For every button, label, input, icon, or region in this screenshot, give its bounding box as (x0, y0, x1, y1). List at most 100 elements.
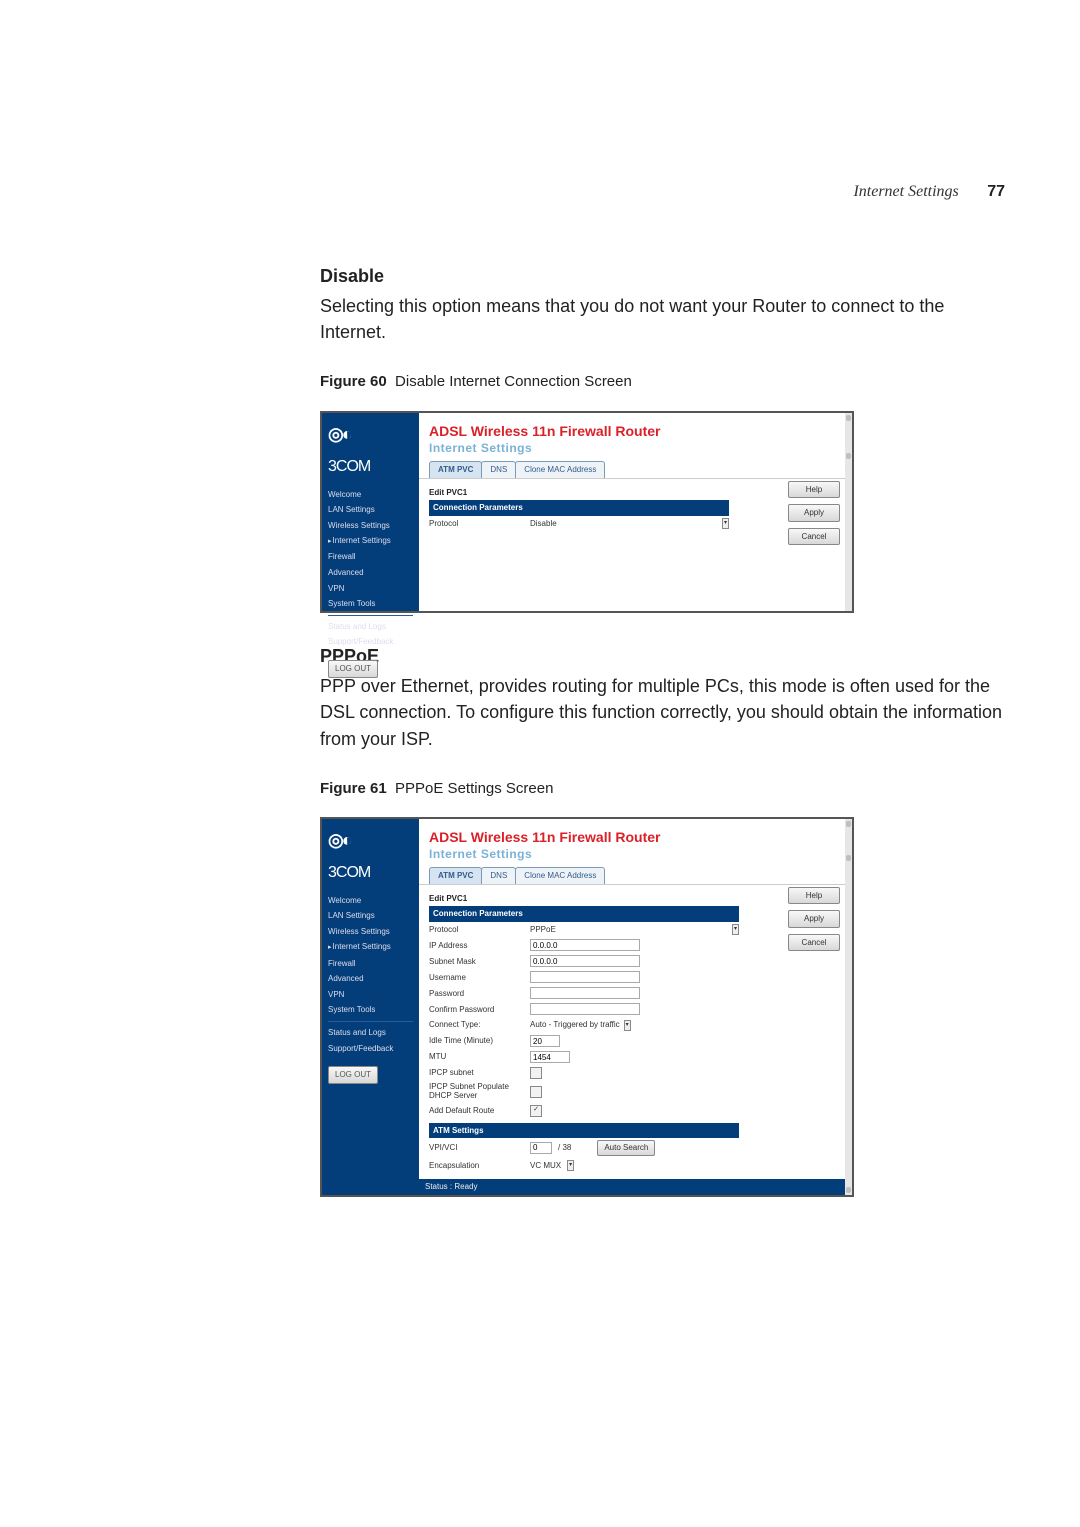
row-idle: Idle Time (Minute) (429, 1033, 739, 1049)
label-connect-type: Connect Type: (429, 1019, 524, 1031)
page-header: Internet Settings 77 (320, 180, 1005, 203)
nav-advanced[interactable]: Advanced (322, 565, 419, 581)
figure60-screenshot: ◎◐ 3COM Welcome LAN Settings Wireless Se… (320, 411, 854, 613)
row-protocol: Protocol Disable ▾ (429, 516, 729, 532)
logo-icon: ◎◐ (328, 421, 351, 447)
vpi-input[interactable] (530, 1142, 552, 1154)
apply-button[interactable]: Apply (788, 910, 840, 928)
label-ip: IP Address (429, 940, 524, 952)
nav-system[interactable]: System Tools (322, 596, 419, 612)
section-subtitle: Internet Settings (429, 846, 842, 863)
atm-settings-header: ATM Settings (429, 1123, 739, 1139)
section-subtitle: Internet Settings (429, 440, 842, 457)
encapsulation-value: VC MUX (530, 1160, 561, 1172)
figure61-caption: Figure 61 PPPoE Settings Screen (320, 778, 1005, 800)
logout-button[interactable]: LOG OUT (328, 660, 378, 678)
default-route-checkbox[interactable]: ✓ (530, 1105, 542, 1117)
nav-status[interactable]: Status and Logs (322, 1025, 419, 1041)
nav-lan[interactable]: LAN Settings (322, 908, 419, 924)
figure60-caption: Figure 60 Disable Internet Connection Sc… (320, 371, 1005, 393)
nav-internet[interactable]: Internet Settings (322, 533, 419, 549)
main-panel: ADSL Wireless 11n Firewall Router Intern… (419, 413, 852, 611)
apply-button[interactable]: Apply (788, 504, 840, 522)
edit-pvc-title: Edit PVC1 (429, 891, 739, 907)
row-vpi-vci: VPI/VCI / 38 Auto Search (429, 1138, 739, 1158)
nav-firewall[interactable]: Firewall (322, 956, 419, 972)
nav-status[interactable]: Status and Logs (322, 619, 419, 635)
connect-type-dropdown[interactable]: ▾ (624, 1020, 631, 1031)
nav-lan[interactable]: LAN Settings (322, 502, 419, 518)
label-protocol: Protocol (429, 924, 524, 936)
ipcp-checkbox[interactable] (530, 1067, 542, 1079)
figure61-label: Figure 61 (320, 780, 387, 797)
nav-vpn[interactable]: VPN (322, 581, 419, 597)
tab-atm-pvc[interactable]: ATM PVC (429, 867, 482, 884)
page-number: 77 (987, 183, 1005, 200)
label-username: Username (429, 972, 524, 984)
sidebar: ◎◐ 3COM Welcome LAN Settings Wireless Se… (322, 413, 419, 611)
username-input[interactable] (530, 971, 640, 983)
logout-button[interactable]: LOG OUT (328, 1066, 378, 1084)
row-subnet: Subnet Mask (429, 953, 739, 969)
nav-wireless[interactable]: Wireless Settings (322, 924, 419, 940)
tab-dns[interactable]: DNS (481, 461, 516, 478)
nav-support[interactable]: Support/Feedback (322, 1041, 419, 1057)
row-username: Username (429, 969, 739, 985)
nav-welcome[interactable]: Welcome (322, 487, 419, 503)
help-button[interactable]: Help (788, 481, 840, 499)
nav-firewall[interactable]: Firewall (322, 549, 419, 565)
nav-support[interactable]: Support/Feedback (322, 634, 419, 650)
cancel-button[interactable]: Cancel (788, 934, 840, 952)
ipcp-populate-checkbox[interactable] (530, 1086, 542, 1098)
encapsulation-dropdown[interactable]: ▾ (567, 1160, 574, 1171)
figure61-screenshot: ◎◐ 3COM Welcome LAN Settings Wireless Se… (320, 817, 854, 1197)
ip-input[interactable] (530, 939, 640, 951)
tab-clone-mac[interactable]: Clone MAC Address (515, 461, 605, 478)
tab-clone-mac[interactable]: Clone MAC Address (515, 867, 605, 884)
password-input[interactable] (530, 987, 640, 999)
nav-wireless[interactable]: Wireless Settings (322, 518, 419, 534)
mtu-input[interactable] (530, 1051, 570, 1063)
cancel-button[interactable]: Cancel (788, 528, 840, 546)
row-connect-type: Connect Type: Auto - Triggered by traffi… (429, 1017, 739, 1033)
sidebar: ◎◐ 3COM Welcome LAN Settings Wireless Se… (322, 819, 419, 1195)
connect-type-value: Auto - Triggered by traffic (530, 1019, 620, 1031)
row-confirm-password: Confirm Password (429, 1001, 739, 1017)
nav-advanced[interactable]: Advanced (322, 971, 419, 987)
row-ip: IP Address (429, 937, 739, 953)
confirm-password-input[interactable] (530, 1003, 640, 1015)
idle-input[interactable] (530, 1035, 560, 1047)
heading-pppoe: PPPoE (320, 643, 1005, 669)
text-disable: Selecting this option means that you do … (320, 293, 1005, 345)
row-protocol: Protocol PPPoE ▾ (429, 922, 739, 938)
main-panel: ADSL Wireless 11n Firewall Router Intern… (419, 819, 852, 1195)
brand-text: 3COM (322, 455, 419, 478)
auto-search-button[interactable]: Auto Search (597, 1140, 655, 1156)
nav-welcome[interactable]: Welcome (322, 893, 419, 909)
label-idle: Idle Time (Minute) (429, 1035, 524, 1047)
brand-logo: ◎◐ (322, 827, 419, 861)
nav-vpn[interactable]: VPN (322, 987, 419, 1003)
conn-params-header: Connection Parameters (429, 500, 729, 516)
vci-value: / 38 (558, 1142, 571, 1154)
brand-text: 3COM (322, 861, 419, 884)
protocol-value: Disable (530, 518, 557, 530)
label-ipcp: IPCP subnet (429, 1067, 524, 1079)
running-title: Internet Settings (853, 183, 958, 200)
label-vpi-vci: VPI/VCI (429, 1142, 524, 1154)
nav-internet[interactable]: Internet Settings (322, 939, 419, 955)
conn-params-header: Connection Parameters (429, 906, 739, 922)
label-protocol: Protocol (429, 518, 524, 530)
label-encapsulation: Encapsulation (429, 1160, 524, 1172)
tab-atm-pvc[interactable]: ATM PVC (429, 461, 482, 478)
protocol-dropdown[interactable]: ▾ (732, 924, 739, 935)
protocol-dropdown[interactable]: ▾ (722, 518, 729, 529)
row-encapsulation: Encapsulation VC MUX ▾ (429, 1158, 739, 1174)
status-bar: Status : Ready (419, 1179, 852, 1195)
nav-system[interactable]: System Tools (322, 1002, 419, 1018)
tab-dns[interactable]: DNS (481, 867, 516, 884)
label-password: Password (429, 988, 524, 1000)
subnet-input[interactable] (530, 955, 640, 967)
label-default-route: Add Default Route (429, 1105, 524, 1117)
help-button[interactable]: Help (788, 887, 840, 905)
